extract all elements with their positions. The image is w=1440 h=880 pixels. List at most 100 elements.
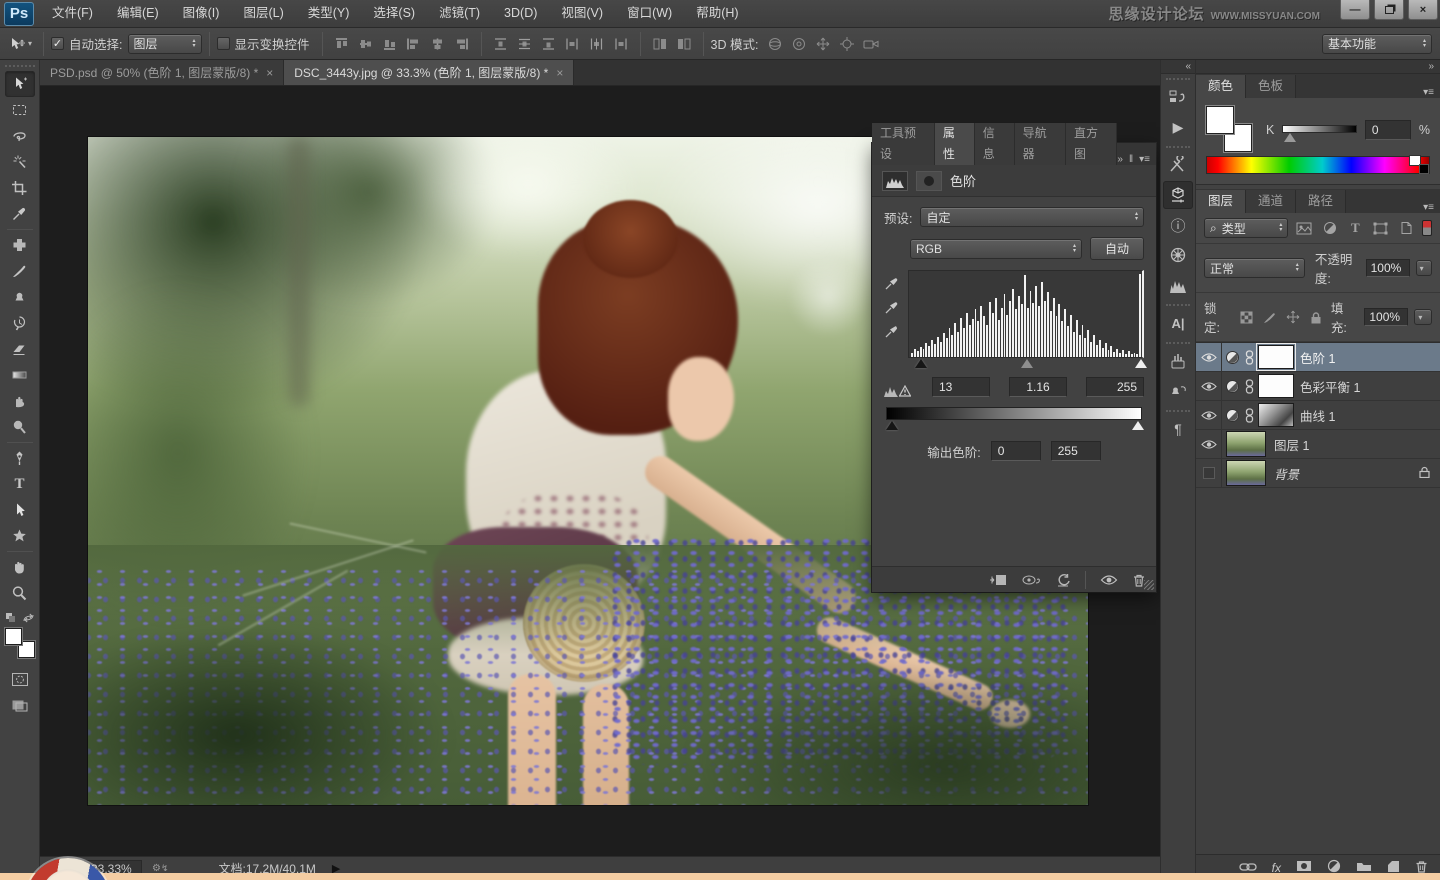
panel-menu-icon[interactable]: ▾≡ <box>1139 154 1150 165</box>
layer-name[interactable]: 色阶 1 <box>1300 348 1335 367</box>
auto-select-checkbox[interactable]: ✓ <box>51 37 64 50</box>
mask-link-icon[interactable] <box>1243 350 1255 365</box>
align-bottom-edges-button[interactable] <box>378 33 402 55</box>
screen-mode-button[interactable] <box>5 692 35 718</box>
tab-paths[interactable]: 路径 <box>1296 190 1346 213</box>
menu-help[interactable]: 帮助(H) <box>684 0 750 27</box>
opacity-scrubber[interactable]: ▾ <box>1416 260 1432 276</box>
filter-shape-layers-icon[interactable] <box>1371 222 1391 235</box>
histogram-warning-icon[interactable] <box>884 377 911 397</box>
path-selection-tool[interactable] <box>5 497 35 523</box>
tab-histogram[interactable]: 直方图 <box>1066 123 1117 165</box>
menu-select[interactable]: 选择(S) <box>361 0 427 27</box>
distribute-top-edges-button[interactable] <box>489 33 513 55</box>
fill-scrubber[interactable]: ▾ <box>1414 309 1432 325</box>
tab-tool-presets[interactable]: 工具预设 <box>872 123 935 165</box>
3d-roll-icon[interactable] <box>787 33 811 55</box>
k-value-field[interactable]: 0 <box>1365 120 1411 140</box>
quick-mask-button[interactable] <box>5 666 35 692</box>
distribute-left-edges-button[interactable] <box>561 33 585 55</box>
layer-row-colorbalance1[interactable]: 色彩平衡 1 <box>1196 372 1440 401</box>
menu-type[interactable]: 类型(Y) <box>296 0 362 27</box>
histogram-panel-icon[interactable] <box>1163 271 1193 299</box>
menu-view[interactable]: 视图(V) <box>549 0 615 27</box>
layer-row-levels1[interactable]: 色阶 1 <box>1196 343 1440 372</box>
toggle-visibility-icon[interactable] <box>1100 574 1118 586</box>
dodge-tool[interactable] <box>5 414 35 440</box>
gray-point-eyedropper-icon[interactable] <box>884 300 900 315</box>
tab-properties[interactable]: 属性 <box>935 123 975 165</box>
crop-tool[interactable] <box>5 175 35 201</box>
k-slider[interactable] <box>1282 125 1357 135</box>
lock-transparency-icon[interactable] <box>1237 311 1254 324</box>
history-panel-icon[interactable] <box>1163 83 1193 111</box>
navigator-panel-icon[interactable] <box>1163 241 1193 269</box>
3d-slide-icon[interactable] <box>835 33 859 55</box>
layer-mask-thumbnail[interactable] <box>1258 374 1294 398</box>
distribute-right-edges-button[interactable] <box>609 33 633 55</box>
fill-value[interactable]: 100% <box>1364 308 1408 326</box>
hand-tool[interactable] <box>5 554 35 580</box>
visibility-well[interactable] <box>1196 372 1222 400</box>
white-point-eyedropper-icon[interactable] <box>884 324 900 339</box>
ramp-black-swatch[interactable] <box>1419 164 1429 174</box>
visibility-empty-checkbox[interactable] <box>1203 467 1215 479</box>
black-point-eyedropper-icon[interactable] <box>884 276 900 291</box>
highlight-input-value[interactable]: 255 <box>1086 377 1144 397</box>
eraser-tool[interactable] <box>5 336 35 362</box>
distribute-vertical-centers-button[interactable] <box>513 33 537 55</box>
default-colors-icon[interactable] <box>5 612 17 624</box>
menu-image[interactable]: 图像(I) <box>171 0 232 27</box>
layer-name[interactable]: 图层 1 <box>1274 435 1309 454</box>
output-shadow-slider[interactable] <box>886 421 898 430</box>
close-icon[interactable]: × <box>266 66 273 80</box>
tab-info[interactable]: 信息 <box>975 123 1015 165</box>
visibility-well[interactable] <box>1196 430 1222 458</box>
magic-wand-tool[interactable] <box>5 149 35 175</box>
layer-name[interactable]: 背景 <box>1274 464 1299 483</box>
highlight-input-slider[interactable] <box>1135 359 1147 368</box>
collapse-dock-icon[interactable]: « <box>1185 61 1191 72</box>
history-brush-tool[interactable] <box>5 310 35 336</box>
layer-mask-thumbnail[interactable] <box>1258 345 1294 369</box>
swap-colors-icon[interactable] <box>22 612 35 624</box>
dock-grip[interactable] <box>1166 78 1190 80</box>
menu-file[interactable]: 文件(F) <box>40 0 105 27</box>
dock-grip[interactable] <box>1166 342 1190 344</box>
tab-navigator[interactable]: 导航器 <box>1015 123 1066 165</box>
layer-mask-thumbnail[interactable] <box>1258 403 1294 427</box>
gradient-tool[interactable] <box>5 362 35 388</box>
workspace-switcher-dropdown[interactable]: 基本功能 ▴▾ <box>1322 34 1432 54</box>
auto-button[interactable]: 自动 <box>1090 237 1144 260</box>
opacity-value[interactable]: 100% <box>1366 259 1410 277</box>
gamma-input-value[interactable]: 1.16 <box>1009 377 1067 397</box>
custom-shape-tool[interactable] <box>5 523 35 549</box>
dock-grip[interactable] <box>1166 146 1190 148</box>
document-tab-psd[interactable]: PSD.psd @ 50% (色阶 1, 图层蒙版/8) * × <box>40 60 284 85</box>
tab-color[interactable]: 颜色 <box>1196 75 1246 98</box>
active-tool-preview[interactable]: ▾ <box>4 34 36 54</box>
layer-name[interactable]: 曲线 1 <box>1300 406 1335 425</box>
channel-dropdown[interactable]: RGB ▴▾ <box>910 239 1082 259</box>
color-spectrum-ramp[interactable] <box>1206 156 1430 174</box>
tab-swatches[interactable]: 色板 <box>1246 75 1296 98</box>
close-button[interactable]: × <box>1408 0 1438 20</box>
zoom-tool[interactable] <box>5 580 35 606</box>
align-left-edges-button[interactable] <box>402 33 426 55</box>
properties-panel-icon[interactable] <box>1163 181 1193 209</box>
align-right-edges-button[interactable] <box>450 33 474 55</box>
layer-row-layer1[interactable]: 图层 1 <box>1196 430 1440 459</box>
view-previous-state-icon[interactable] <box>1021 573 1041 587</box>
reset-adjustment-icon[interactable] <box>1055 573 1071 587</box>
menu-layer[interactable]: 图层(L) <box>231 0 295 27</box>
collapse-panel-icon[interactable]: » <box>1117 154 1123 165</box>
collapse-panels-icon[interactable]: » <box>1428 61 1434 72</box>
filter-smart-objects-icon[interactable] <box>1397 221 1417 235</box>
brush-panel-icon[interactable] <box>1163 347 1193 375</box>
toolbar-grip[interactable] <box>5 65 35 67</box>
mask-link-icon[interactable] <box>1243 379 1255 394</box>
filter-adjustment-layers-icon[interactable] <box>1320 221 1340 235</box>
panel-resize-grip[interactable] <box>1144 580 1154 590</box>
align-vertical-centers-button[interactable] <box>354 33 378 55</box>
rectangular-marquee-tool[interactable] <box>5 97 35 123</box>
